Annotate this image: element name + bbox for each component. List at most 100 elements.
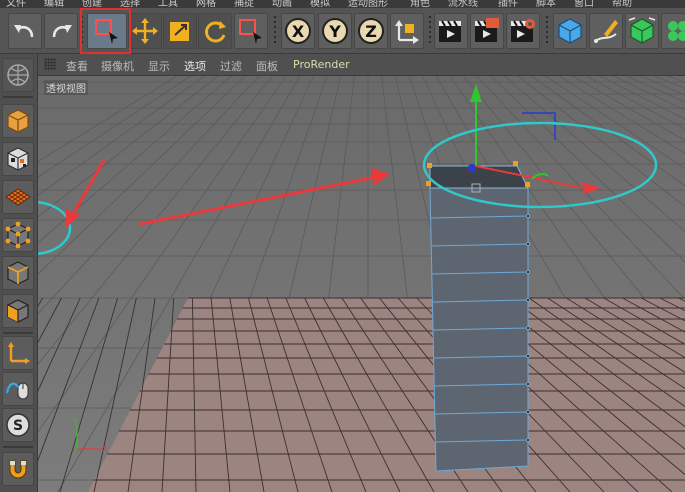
globe-cube-icon — [7, 64, 29, 86]
axis-indicator-x: X — [102, 445, 108, 454]
gizmo-z-handle[interactable] — [468, 164, 476, 172]
y-axis-lock-button[interactable]: Y — [318, 13, 352, 49]
toolbar-separator — [428, 14, 432, 48]
menubar-item[interactable]: 动画 — [272, 0, 292, 8]
model-mode-button[interactable] — [2, 104, 34, 138]
scale-icon — [170, 22, 189, 41]
viewport-menu-options[interactable]: 选项 — [184, 58, 206, 74]
pen-icon — [594, 20, 618, 43]
cinema4d-window: 文件 编辑 创建 选择 工具 网格 捕捉 动画 模拟 运动图形 角色 流水线 插件 脚本 窗口 帮助 X Y — [0, 0, 685, 492]
scale-tool-button[interactable] — [163, 13, 197, 49]
subdivision-surface-button[interactable] — [625, 13, 659, 49]
polygons-mode-button[interactable] — [2, 294, 34, 328]
render-settings-button[interactable] — [506, 13, 540, 49]
viewport-menu-prorender[interactable]: ProRender — [293, 58, 350, 71]
edges-mode-button[interactable] — [2, 256, 34, 290]
render-view-button[interactable] — [434, 13, 468, 49]
menubar-item[interactable]: 帮助 — [612, 0, 632, 8]
menubar-item[interactable]: 文件 — [6, 0, 26, 8]
column-object[interactable] — [426, 161, 531, 472]
viewport-menu-display[interactable]: 显示 — [148, 58, 170, 74]
subdivision-icon — [628, 17, 656, 44]
recent-tool-button[interactable] — [234, 13, 268, 49]
redo-button[interactable] — [44, 13, 78, 49]
column-vertex — [525, 269, 531, 275]
menubar-item[interactable]: 模拟 — [310, 0, 330, 8]
make-editable-button[interactable] — [2, 58, 34, 92]
top-point[interactable] — [427, 163, 432, 168]
menubar-item[interactable]: 流水线 — [448, 0, 478, 8]
spline-pen-button[interactable] — [589, 13, 623, 49]
clapboard-render-icon — [475, 18, 499, 42]
cloner-icon — [668, 21, 685, 41]
column-vertex — [525, 213, 531, 219]
menubar-item[interactable]: 运动图形 — [348, 0, 388, 8]
selection-arrow-icon — [239, 19, 262, 44]
axis-mode-button[interactable] — [2, 336, 34, 370]
viewport-menu-filter[interactable]: 过滤 — [220, 58, 242, 74]
edges-cube-icon — [7, 261, 29, 285]
perspective-viewport[interactable]: Y X 透视视图 — [38, 76, 685, 492]
model-cube-icon — [7, 109, 29, 133]
top-point[interactable] — [525, 182, 530, 187]
palette-divider — [3, 332, 33, 334]
menubar-item[interactable]: 脚本 — [536, 0, 556, 8]
column-vertex — [525, 437, 531, 443]
menubar-item[interactable]: 窗口 — [574, 0, 594, 8]
menubar-item[interactable]: 选择 — [120, 0, 140, 8]
menubar-item[interactable]: 捕捉 — [234, 0, 254, 8]
magnet-icon — [9, 460, 27, 479]
toolbar-separator — [273, 14, 277, 48]
z-axis-icon: Z — [358, 18, 384, 44]
z-axis-label: Z — [365, 22, 377, 41]
polygons-cube-icon — [7, 299, 29, 323]
points-mode-button[interactable] — [2, 218, 34, 252]
toolbar-separator — [545, 14, 549, 48]
z-axis-lock-button[interactable]: Z — [354, 13, 388, 49]
rotate-tool-button[interactable] — [198, 13, 232, 49]
viewport-scene: Y X — [38, 76, 685, 492]
undo-button[interactable] — [8, 13, 42, 49]
column-vertex — [525, 353, 531, 359]
viewport-menu-panel[interactable]: 面板 — [256, 58, 278, 74]
magnet-button[interactable] — [2, 452, 34, 486]
move-tool-button[interactable] — [128, 13, 162, 49]
render-to-picture-viewer-button[interactable] — [470, 13, 504, 49]
column-vertex — [525, 409, 531, 415]
mouse-icon — [5, 382, 29, 400]
cube-object-button[interactable] — [553, 13, 587, 49]
viewport-menu-camera[interactable]: 摄像机 — [101, 58, 134, 74]
cloner-button[interactable] — [661, 13, 685, 49]
snapping-button[interactable]: S — [2, 408, 34, 442]
top-point[interactable] — [426, 181, 431, 186]
menubar-item[interactable]: 网格 — [196, 0, 216, 8]
clapboard-gear-icon — [511, 19, 535, 42]
top-point[interactable] — [513, 161, 518, 166]
column-vertex — [525, 381, 531, 387]
viewport-menu-view[interactable]: 查看 — [66, 58, 88, 74]
menu-grip-handle[interactable] — [44, 58, 56, 70]
palette-divider — [3, 96, 33, 98]
grid-plane-icon — [5, 188, 31, 206]
menubar-item[interactable]: 编辑 — [44, 0, 64, 8]
menubar-item[interactable]: 角色 — [410, 0, 430, 8]
top-polygon[interactable] — [429, 165, 529, 189]
menubar-item[interactable]: 创建 — [82, 0, 102, 8]
coordinate-system-icon — [395, 20, 419, 44]
workplane-button[interactable] — [2, 180, 34, 214]
selection-tool-highlight — [80, 8, 131, 54]
points-cube-icon — [5, 221, 31, 249]
y-axis-label: Y — [328, 22, 341, 41]
svg-text:S: S — [13, 418, 23, 434]
menubar-item[interactable]: 插件 — [498, 0, 518, 8]
coordinate-system-button[interactable] — [390, 13, 424, 49]
tweak-mode-button[interactable] — [2, 372, 34, 406]
x-axis-lock-button[interactable]: X — [281, 13, 315, 49]
texture-mode-button[interactable] — [2, 142, 34, 176]
undo-icon — [14, 25, 34, 38]
rotate-icon — [205, 21, 226, 43]
menubar-item[interactable]: 工具 — [158, 0, 178, 8]
left-mode-palette: S — [0, 54, 38, 492]
axis-indicator-y: Y — [72, 418, 78, 427]
x-axis-label: X — [292, 22, 305, 41]
